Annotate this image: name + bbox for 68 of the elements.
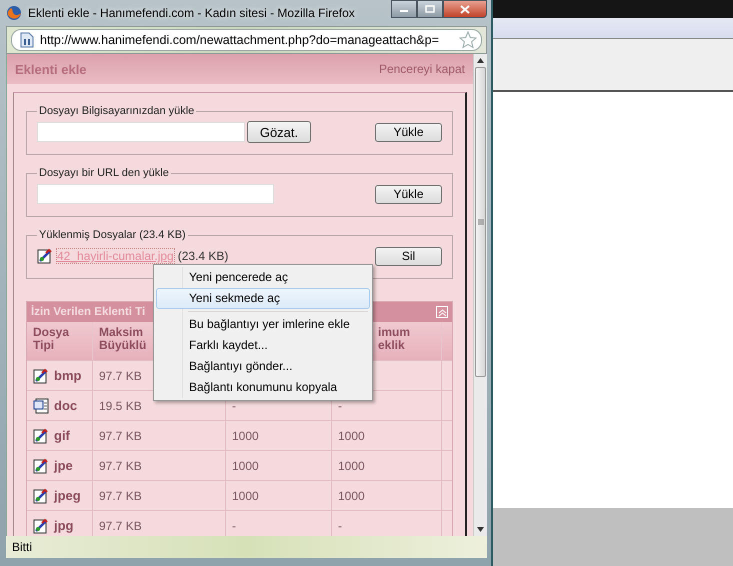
table-cell: 97.7 KB [99,488,142,502]
double-chevron-up-icon [438,308,446,316]
file-type: bmp [54,368,82,383]
close-icon [460,4,470,14]
collapse-button[interactable] [436,306,448,318]
table-cell: 19.5 KB [99,398,142,412]
menu-item[interactable]: Yeni sekmede aç [156,288,370,309]
image-file-icon [33,368,49,384]
table-cell: 97.7 KB [99,458,142,472]
url-field[interactable] [37,184,274,204]
upload-button[interactable]: Yükle [375,122,442,142]
file-path-field[interactable] [37,122,245,142]
table-cell: 1000 [232,488,259,502]
grip-icon [478,219,484,225]
status-text: Bitti [12,540,32,554]
table-cell: 1000 [338,488,365,502]
table-cell: 1000 [338,458,365,472]
menu-item[interactable]: Bağlantı konumunu kopyala [156,377,370,398]
page-icon [20,32,34,48]
column-header: Dosya Tipi [33,326,70,352]
fieldset-legend: Yüklenmiş Dosyalar (23.4 KB) [37,229,188,241]
window-title: Eklenti ekle - Hanımefendi.com - Kadın sitesi - Mozilla Firefox [28,6,355,20]
file-type: doc [54,398,78,413]
column-header: imum eklik [378,326,410,352]
file-type: jpeg [54,488,81,503]
scroll-down-arrow-icon[interactable] [477,527,484,532]
fieldset-legend: Dosyayı bir URL den yükle [37,167,171,179]
menu-item[interactable]: Farklı kaydet... [156,335,370,356]
upload-button[interactable]: Yükle [375,184,442,204]
table-cell: 97.7 KB [99,428,142,442]
image-file-icon [33,518,49,534]
table-cell: 97.7 KB [99,368,142,382]
maximize-icon [425,5,435,13]
table-cell: 1000 [232,428,259,442]
image-file-icon [33,428,49,444]
file-type: jpe [54,458,73,473]
table-cell: 97.7 KB [99,518,142,532]
table-cell: - [338,518,342,532]
document-icon [33,398,49,414]
column-header: Maksim Büyüklü [99,326,146,352]
menu-item[interactable]: Bağlantıyı gönder... [156,356,370,377]
table-cell: 1000 [232,458,259,472]
menu-item[interactable]: Yeni pencerede aç [156,267,370,288]
image-file-icon [33,458,49,474]
close-button[interactable] [443,0,487,18]
table-title: İzin Verilen Eklenti Ti [31,306,146,318]
file-type: jpg [54,518,74,533]
table-cell: 1000 [338,428,365,442]
browser-logo-icon [6,5,22,21]
image-file-icon [33,488,49,504]
page-title: Eklenti ekle [15,62,87,76]
menu-item[interactable]: Bu bağlantıyı yer imlerine ekle [156,314,370,335]
vertical-scrollbar[interactable] [473,54,487,536]
fieldset-legend: Dosyayı Bilgisayarınızdan yükle [37,105,196,117]
minimize-button[interactable] [391,0,417,18]
table-cell: - [232,518,236,532]
scroll-up-arrow-icon[interactable] [477,58,484,63]
image-file-icon [37,248,53,264]
address-bar[interactable]: http://www.hanimefendi.com/newattachment.php?do=manageattach&p= [11,29,482,51]
file-size: (23.4 KB) [178,249,228,263]
browse-button[interactable]: Gözat. [247,121,311,143]
table-cell: - [338,398,342,412]
file-type: gif [54,428,70,443]
scrollbar-thumb[interactable] [475,67,486,377]
maximize-button[interactable] [417,0,443,18]
delete-button[interactable]: Sil [375,246,442,266]
table-cell: - [232,398,236,412]
bookmark-star-icon[interactable] [459,31,477,49]
